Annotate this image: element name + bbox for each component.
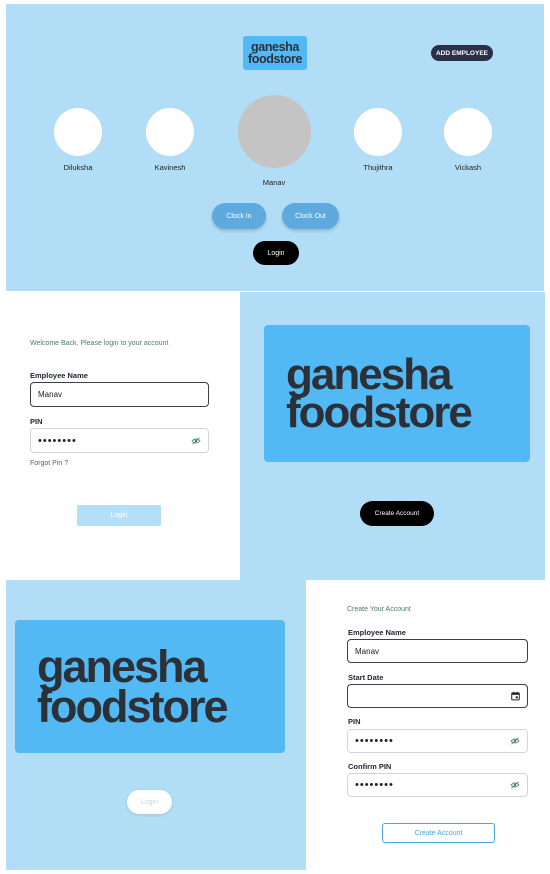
employee-name: Vickash: [454, 163, 482, 172]
employee-name-label: Employee Name: [348, 628, 406, 637]
login-submit-button[interactable]: Login: [77, 505, 161, 526]
login-button[interactable]: Login: [253, 241, 299, 265]
confirm-pin-field[interactable]: ••••••••: [347, 773, 528, 797]
pin-value: ••••••••: [355, 735, 394, 747]
employee-avatar-thujithra[interactable]: [354, 108, 402, 156]
employee-name-value: Manav: [355, 646, 380, 656]
employee-avatar-diluksha[interactable]: [54, 108, 102, 156]
start-date-label: Start Date: [348, 673, 384, 682]
clock-out-button[interactable]: Clock Out: [282, 203, 339, 229]
confirm-pin-value: ••••••••: [355, 779, 394, 791]
employee-avatar-manav[interactable]: [238, 95, 311, 168]
pin-label: PIN: [30, 417, 43, 426]
employee-name: Manav: [262, 178, 286, 187]
logo-line-2: foodstore: [247, 52, 303, 66]
confirm-pin-label: Confirm PIN: [348, 762, 392, 771]
employee-avatar-vickash[interactable]: [444, 108, 492, 156]
pin-label: PIN: [348, 717, 361, 726]
logo-line-2: foodstore: [37, 680, 229, 732]
employee-name-label: Employee Name: [30, 371, 88, 380]
brand-panel: ganesha foodstore Create Account: [240, 292, 545, 580]
clock-in-button[interactable]: Clock In: [212, 203, 266, 229]
create-account-title: Create Your Account: [347, 606, 411, 613]
brand-logo: ganesha foodstore: [264, 325, 530, 462]
login-button[interactable]: Login: [127, 790, 172, 814]
eye-slash-icon[interactable]: [510, 737, 520, 745]
create-account-submit-button[interactable]: Create Account: [382, 823, 495, 843]
pin-field[interactable]: ••••••••: [30, 428, 209, 453]
employee-name-field[interactable]: Manav: [347, 639, 528, 663]
employee-name-field[interactable]: Manav: [30, 382, 209, 407]
create-account-button[interactable]: Create Account: [360, 501, 434, 526]
employee-select-screen: ganesha foodstore ADD EMPLOYEE Diluksha …: [6, 4, 544, 291]
employee-name: Thujithra: [363, 163, 393, 172]
forgot-pin-link[interactable]: Forgot Pin ?: [30, 460, 68, 467]
brand-logo: ganesha foodstore: [15, 620, 285, 753]
calendar-icon[interactable]: [511, 691, 520, 701]
create-account-screen: Create Your Account Employee Name Manav …: [306, 580, 545, 870]
employee-name-value: Manav: [38, 390, 63, 399]
add-employee-button[interactable]: ADD EMPLOYEE: [431, 45, 493, 61]
eye-slash-icon[interactable]: [510, 781, 520, 789]
start-date-field[interactable]: [347, 684, 528, 708]
pin-value: ••••••••: [38, 434, 77, 447]
employee-name: Diluksha: [63, 163, 93, 172]
pin-field[interactable]: ••••••••: [347, 729, 528, 753]
eye-slash-icon[interactable]: [191, 436, 201, 445]
login-form-screen: Welcome Back, Please login to your accou…: [0, 292, 240, 580]
welcome-text: Welcome Back, Please login to your accou…: [30, 340, 169, 347]
employee-name: Kavinesh: [154, 163, 186, 172]
brand-panel-2: ganesha foodstore Login: [6, 580, 306, 870]
employee-avatar-kavinesh[interactable]: [146, 108, 194, 156]
logo: ganesha foodstore: [243, 36, 307, 70]
logo-line-2: foodstore: [286, 387, 473, 437]
